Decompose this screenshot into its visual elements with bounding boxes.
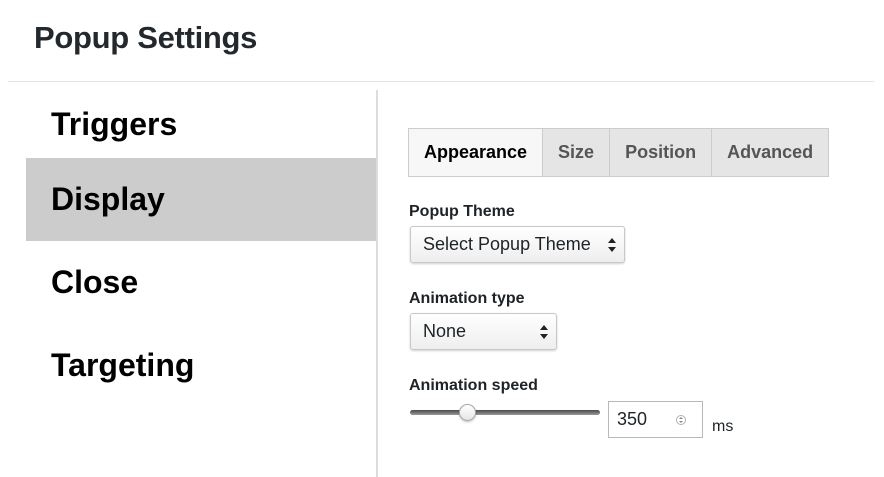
sidebar-item-close[interactable]: Close xyxy=(26,241,376,324)
up-down-chevron-icon xyxy=(540,325,548,339)
display-tabs: Appearance Size Position Advanced xyxy=(408,128,830,177)
sidebar-item-label: Triggers xyxy=(51,105,178,142)
sidebar-item-triggers[interactable]: Triggers xyxy=(26,90,376,158)
animation-type-value: None xyxy=(423,321,467,341)
page-title: Popup Settings xyxy=(34,20,258,55)
popup-theme-label: Popup Theme xyxy=(409,203,515,220)
popup-theme-value: Select Popup Theme xyxy=(423,234,591,254)
settings-sidebar: Triggers Display Close Targeting xyxy=(26,90,376,407)
animation-speed-label: Animation speed xyxy=(409,377,538,394)
animation-speed-unit: ms xyxy=(712,418,734,435)
popup-theme-select[interactable]: Select Popup Theme xyxy=(410,226,625,263)
tab-size[interactable]: Size xyxy=(542,129,610,176)
animation-type-select[interactable]: None xyxy=(410,313,557,350)
tab-appearance[interactable]: Appearance xyxy=(409,129,543,176)
tab-advanced[interactable]: Advanced xyxy=(711,129,829,176)
animation-speed-slider-thumb[interactable] xyxy=(458,404,476,421)
sidebar-divider xyxy=(376,90,378,477)
animation-speed-value: 350 xyxy=(617,409,648,429)
up-down-chevron-icon xyxy=(608,238,616,252)
animation-speed-slider-track[interactable] xyxy=(410,410,600,415)
tab-position[interactable]: Position xyxy=(609,129,712,176)
sidebar-item-label: Targeting xyxy=(51,347,195,383)
sidebar-item-label: Close xyxy=(51,264,139,300)
sidebar-item-targeting[interactable]: Targeting xyxy=(26,324,376,407)
spinner-icon[interactable] xyxy=(676,415,686,425)
animation-type-label: Animation type xyxy=(409,290,525,307)
animation-speed-input[interactable]: 350 xyxy=(608,401,703,438)
sidebar-item-label: Display xyxy=(51,181,165,217)
sidebar-item-display[interactable]: Display xyxy=(26,158,376,241)
header-divider xyxy=(8,81,874,82)
